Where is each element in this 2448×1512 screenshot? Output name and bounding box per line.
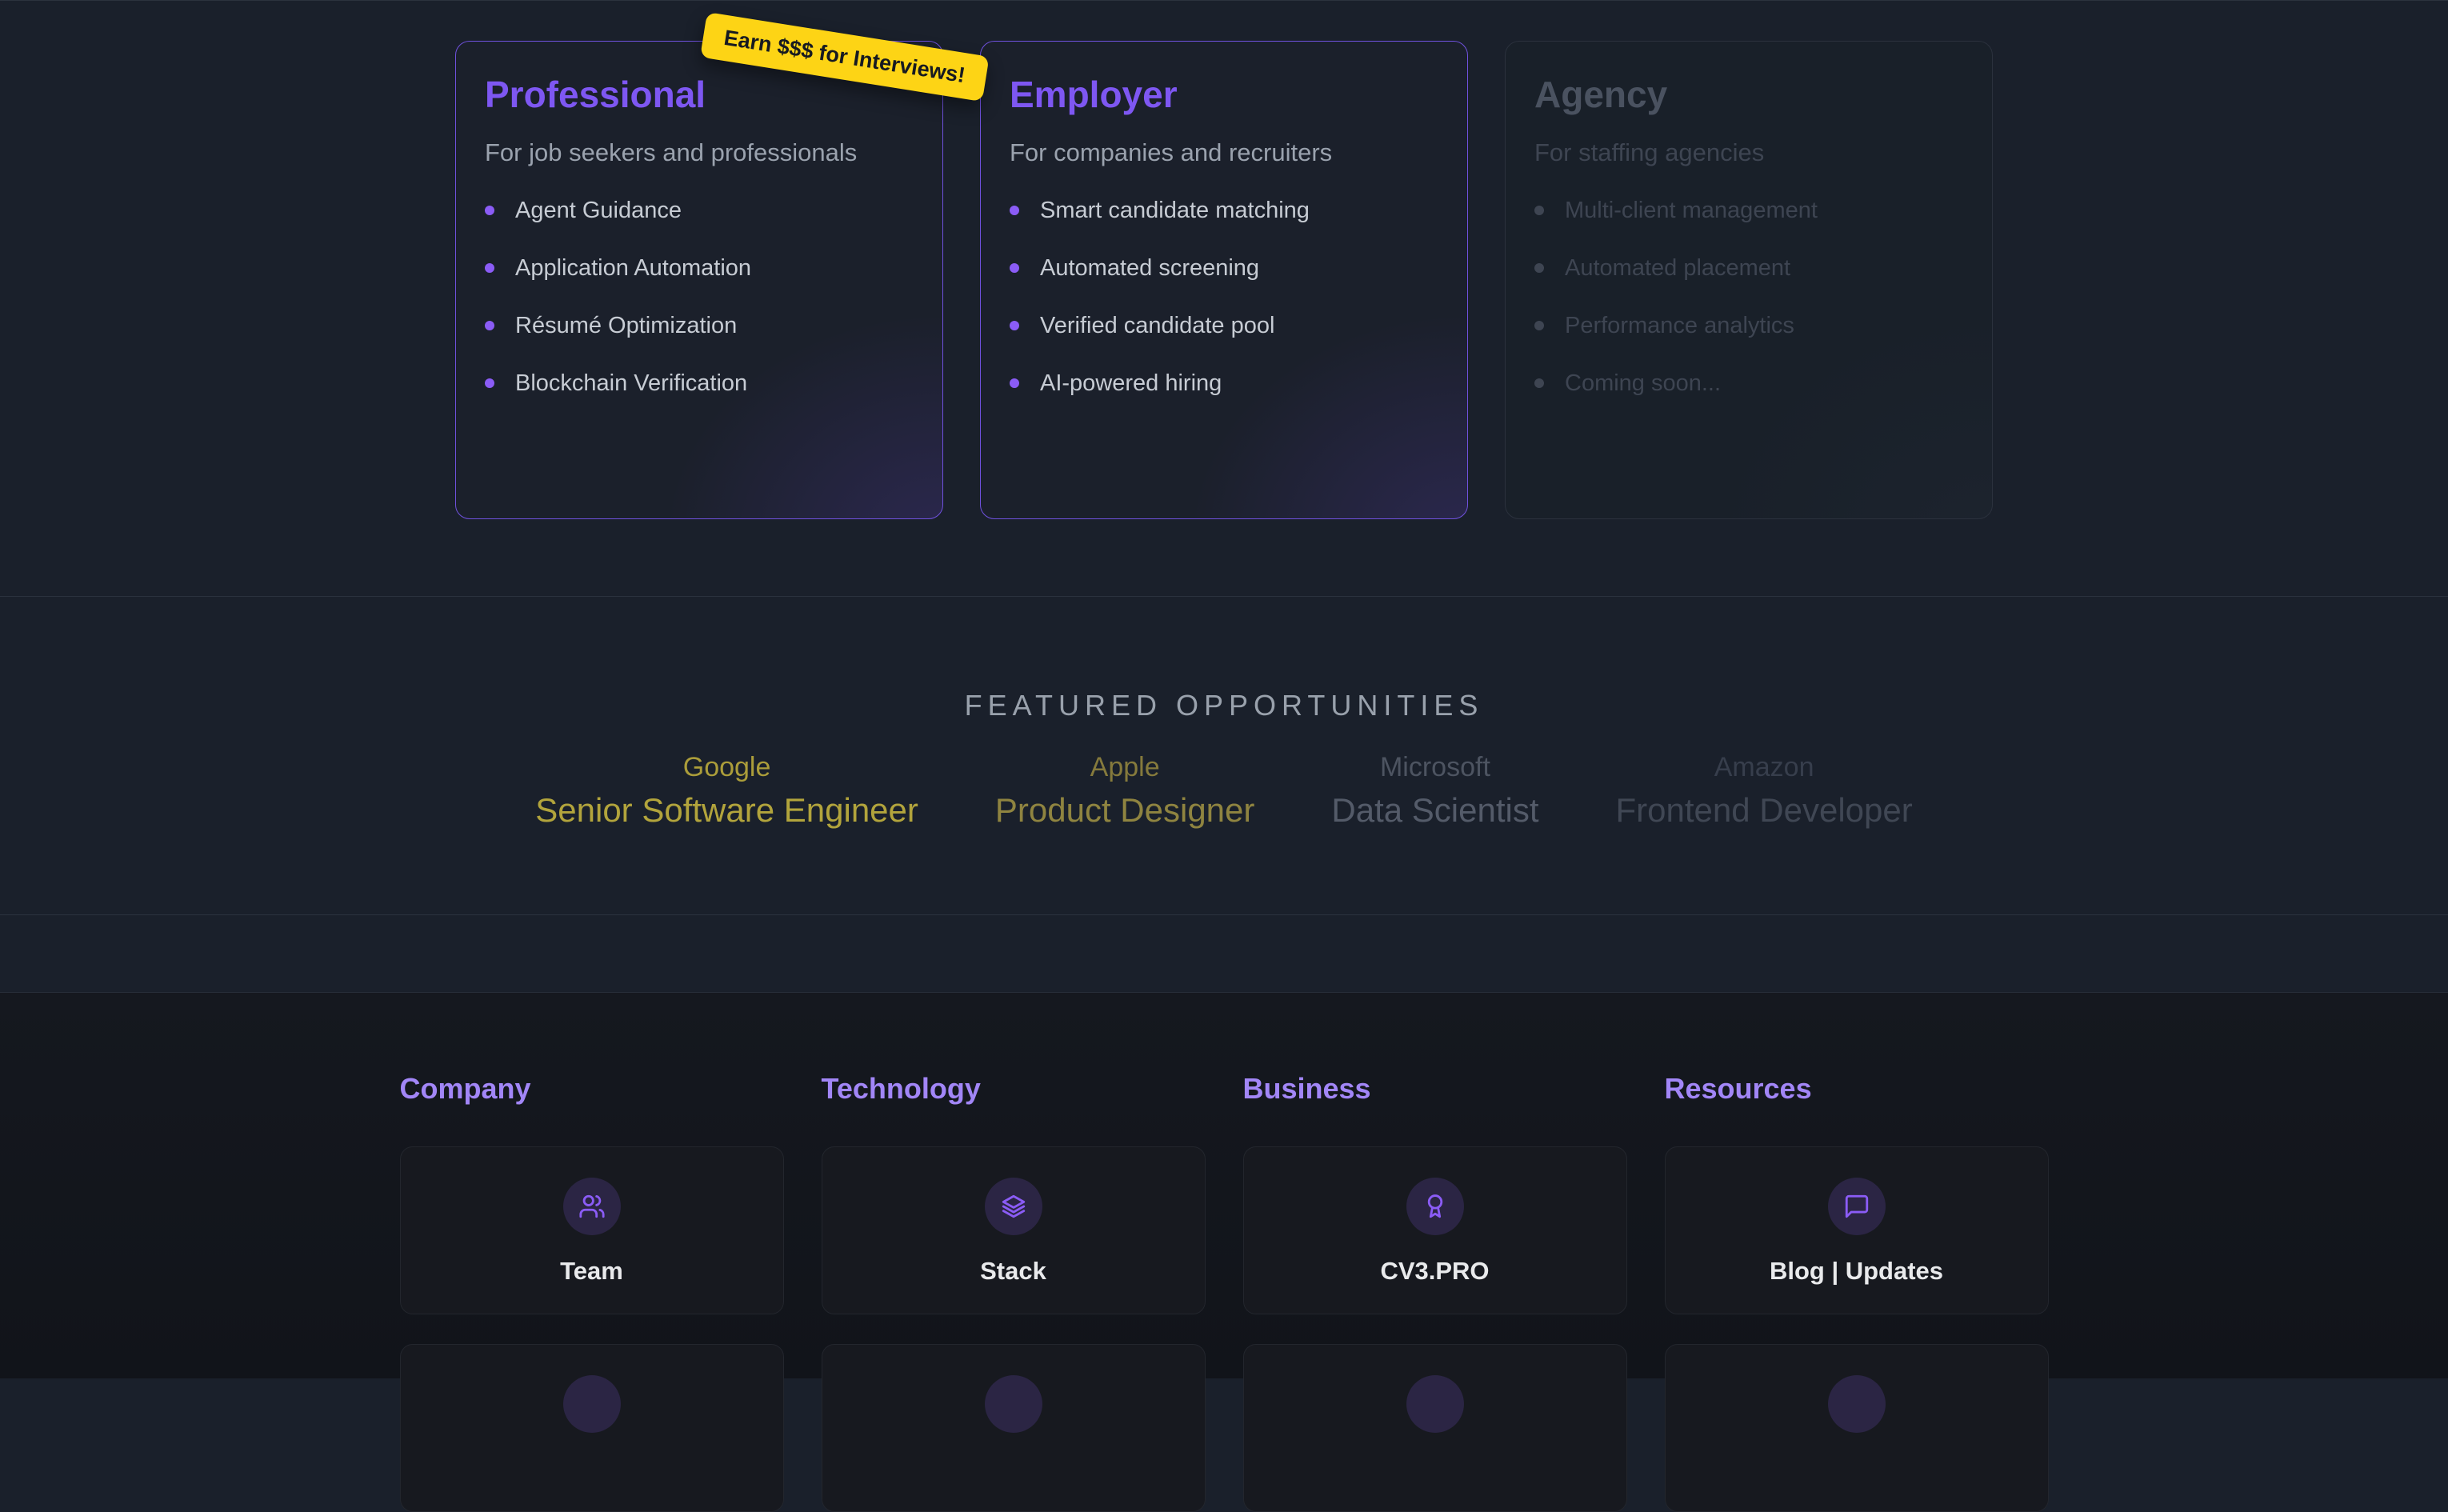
footer-col-resources: Resources Blog | Updates — [1665, 1073, 2049, 1512]
plan-card-agency: Agency For staffing agencies Multi-clien… — [1505, 41, 1993, 519]
featured-company: Microsoft — [1331, 752, 1538, 782]
footer-heading: Resources — [1665, 1073, 2049, 1105]
feature-label: Résumé Optimization — [515, 314, 737, 338]
footer-heading: Company — [400, 1073, 784, 1105]
featured-role: Frontend Developer — [1616, 792, 1913, 829]
plan-feature: Verified candidate pool — [1010, 314, 1438, 338]
plan-feature: Application Automation — [485, 256, 914, 280]
plan-feature: Résumé Optimization — [485, 314, 914, 338]
featured-heading: FEATURED OPPORTUNITIES — [0, 690, 2448, 722]
footer-heading: Business — [1243, 1073, 1627, 1105]
plan-feature: Coming soon... — [1534, 371, 1963, 395]
bullet-dot-icon — [1534, 206, 1544, 215]
bullet-dot-icon — [1534, 321, 1544, 330]
feature-label: Smart candidate matching — [1040, 198, 1310, 222]
bullet-dot-icon — [1534, 378, 1544, 388]
layers-icon — [985, 1178, 1042, 1235]
footer-card-label: CV3.PRO — [1380, 1258, 1489, 1285]
feature-label: AI-powered hiring — [1040, 371, 1222, 395]
plan-feature-list: Smart candidate matching Automated scree… — [1010, 198, 1438, 395]
featured-company: Amazon — [1616, 752, 1913, 782]
plan-subtitle: For companies and recruiters — [1010, 139, 1438, 166]
footer-card-partial[interactable] — [822, 1344, 1206, 1512]
featured-role: Product Designer — [995, 792, 1255, 829]
feature-label: Performance analytics — [1565, 314, 1794, 338]
section-spacer — [0, 914, 2448, 992]
featured-role: Data Scientist — [1331, 792, 1538, 829]
footer-card-partial[interactable] — [1665, 1344, 2049, 1512]
plans-section: Earn $$$ for Interviews! Professional Fo… — [0, 0, 2448, 596]
featured-company: Google — [535, 752, 918, 782]
plan-subtitle: For job seekers and professionals — [485, 139, 914, 166]
plan-feature-list: Multi-client management Automated placem… — [1534, 198, 1963, 395]
hidden-icon — [985, 1375, 1042, 1433]
bullet-dot-icon — [485, 206, 494, 215]
footer-col-technology: Technology Stack — [822, 1073, 1206, 1512]
hidden-icon — [563, 1375, 621, 1433]
plan-subtitle: For staffing agencies — [1534, 139, 1963, 166]
featured-job-microsoft[interactable]: Microsoft Data Scientist — [1331, 752, 1538, 829]
plan-feature: Automated placement — [1534, 256, 1963, 280]
footer-card-label: Blog | Updates — [1770, 1258, 1943, 1285]
landing-page: Earn $$$ for Interviews! Professional Fo… — [0, 0, 2448, 1378]
feature-label: Automated screening — [1040, 256, 1259, 280]
bullet-dot-icon — [1010, 263, 1019, 273]
footer-card-blog[interactable]: Blog | Updates — [1665, 1146, 2049, 1314]
plan-title: Employer — [1010, 74, 1438, 115]
feature-label: Verified candidate pool — [1040, 314, 1274, 338]
plan-feature: Smart candidate matching — [1010, 198, 1438, 222]
users-icon — [563, 1178, 621, 1235]
bullet-dot-icon — [1010, 321, 1019, 330]
feature-label: Blockchain Verification — [515, 371, 747, 395]
bullet-dot-icon — [1010, 378, 1019, 388]
bullet-dot-icon — [485, 263, 494, 273]
plan-card-employer[interactable]: Employer For companies and recruiters Sm… — [980, 41, 1468, 519]
featured-role: Senior Software Engineer — [535, 792, 918, 829]
footer-card-partial[interactable] — [1243, 1344, 1627, 1512]
feature-label: Agent Guidance — [515, 198, 682, 222]
featured-carousel: Google Senior Software Engineer Apple Pr… — [0, 752, 2448, 829]
message-square-icon — [1828, 1178, 1886, 1235]
footer-col-company: Company Team — [400, 1073, 784, 1512]
plan-feature: Multi-client management — [1534, 198, 1963, 222]
footer-card-partial[interactable] — [400, 1344, 784, 1512]
plan-feature: Automated screening — [1010, 256, 1438, 280]
bullet-dot-icon — [485, 321, 494, 330]
plan-cards-row: Professional For job seekers and profess… — [0, 41, 2448, 519]
footer-card-cv3pro[interactable]: CV3.PRO — [1243, 1146, 1627, 1314]
featured-job-google[interactable]: Google Senior Software Engineer — [535, 752, 918, 829]
featured-job-amazon[interactable]: Amazon Frontend Developer — [1616, 752, 1913, 829]
footer-heading: Technology — [822, 1073, 1206, 1105]
bullet-dot-icon — [1010, 206, 1019, 215]
footer-card-team[interactable]: Team — [400, 1146, 784, 1314]
feature-label: Coming soon... — [1565, 371, 1721, 395]
footer-col-business: Business CV3.PRO — [1243, 1073, 1627, 1512]
bullet-dot-icon — [1534, 263, 1544, 273]
bullet-dot-icon — [485, 378, 494, 388]
plan-feature: AI-powered hiring — [1010, 371, 1438, 395]
plan-feature: Blockchain Verification — [485, 371, 914, 395]
plan-feature: Agent Guidance — [485, 198, 914, 222]
award-icon — [1406, 1178, 1464, 1235]
footer-card-label: Team — [560, 1258, 623, 1285]
plan-card-professional[interactable]: Professional For job seekers and profess… — [455, 41, 943, 519]
feature-label: Multi-client management — [1565, 198, 1818, 222]
feature-label: Automated placement — [1565, 256, 1790, 280]
plan-feature-list: Agent Guidance Application Automation Ré… — [485, 198, 914, 395]
footer-card-label: Stack — [980, 1258, 1046, 1285]
plan-title: Agency — [1534, 74, 1963, 115]
footer: Company Team Technology Stack — [0, 992, 2448, 1378]
featured-company: Apple — [995, 752, 1255, 782]
hidden-icon — [1828, 1375, 1886, 1433]
hidden-icon — [1406, 1375, 1464, 1433]
plan-feature: Performance analytics — [1534, 314, 1963, 338]
featured-opportunities-section: FEATURED OPPORTUNITIES Google Senior Sof… — [0, 596, 2448, 914]
featured-job-apple[interactable]: Apple Product Designer — [995, 752, 1255, 829]
footer-card-stack[interactable]: Stack — [822, 1146, 1206, 1314]
feature-label: Application Automation — [515, 256, 751, 280]
footer-grid: Company Team Technology Stack — [400, 993, 2049, 1512]
